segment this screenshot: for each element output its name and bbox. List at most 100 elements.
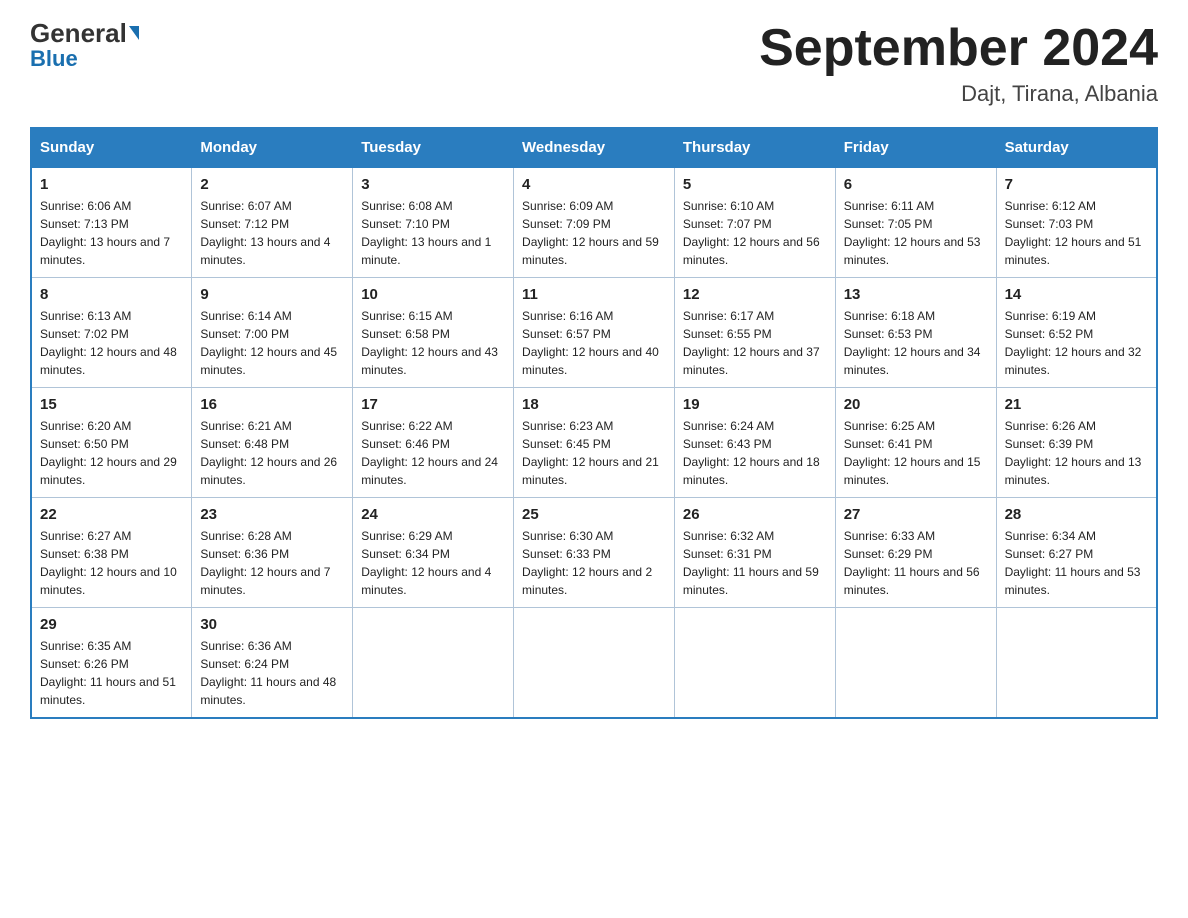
day-number: 3 (361, 176, 505, 193)
day-number: 14 (1005, 286, 1148, 303)
calendar-cell (353, 608, 514, 719)
day-info: Sunrise: 6:32 AMSunset: 6:31 PMDaylight:… (683, 527, 827, 599)
column-header-thursday: Thursday (674, 128, 835, 167)
calendar-cell: 23Sunrise: 6:28 AMSunset: 6:36 PMDayligh… (192, 498, 353, 608)
calendar-cell: 26 Sunrise: 6:32 AMSunset: 6:31 PMDayligh… (674, 498, 835, 608)
day-number: 15 (40, 396, 183, 413)
calendar-cell: 4 Sunrise: 6:09 AMSunset: 7:09 PMDaylight… (514, 167, 675, 278)
calendar-cell: 22 Sunrise: 6:27 AMSunset: 6:38 PMDayligh… (31, 498, 192, 608)
day-info: Sunrise: 6:30 AMSunset: 6:33 PMDaylight:… (522, 527, 666, 599)
day-number: 29 (40, 616, 183, 633)
day-info: Sunrise: 6:17 AMSunset: 6:55 PMDaylight:… (683, 307, 827, 379)
calendar-cell: 30Sunrise: 6:36 AMSunset: 6:24 PMDayligh… (192, 608, 353, 719)
column-header-saturday: Saturday (996, 128, 1157, 167)
week-row-2: 8 Sunrise: 6:13 AMSunset: 7:02 PMDaylight… (31, 278, 1157, 388)
day-number: 18 (522, 396, 666, 413)
day-info: Sunrise: 6:23 AMSunset: 6:45 PMDaylight:… (522, 417, 666, 489)
column-header-wednesday: Wednesday (514, 128, 675, 167)
day-info: Sunrise: 6:15 AMSunset: 6:58 PMDaylight:… (361, 307, 505, 379)
calendar-cell: 10 Sunrise: 6:15 AMSunset: 6:58 PMDayligh… (353, 278, 514, 388)
calendar-cell: 6Sunrise: 6:11 AMSunset: 7:05 PMDaylight… (835, 167, 996, 278)
day-number: 6 (844, 176, 988, 193)
day-info: Sunrise: 6:13 AMSunset: 7:02 PMDaylight:… (40, 307, 183, 379)
column-header-friday: Friday (835, 128, 996, 167)
calendar-cell (835, 608, 996, 719)
day-number: 17 (361, 396, 505, 413)
day-info: Sunrise: 6:34 AMSunset: 6:27 PMDaylight:… (1005, 527, 1148, 599)
day-info: Sunrise: 6:22 AMSunset: 6:46 PMDaylight:… (361, 417, 505, 489)
logo-blue: Blue (30, 46, 78, 71)
calendar-cell: 7Sunrise: 6:12 AMSunset: 7:03 PMDaylight… (996, 167, 1157, 278)
calendar-cell: 20Sunrise: 6:25 AMSunset: 6:41 PMDayligh… (835, 388, 996, 498)
day-info: Sunrise: 6:08 AMSunset: 7:10 PMDaylight:… (361, 197, 505, 269)
calendar-cell: 13 Sunrise: 6:18 AMSunset: 6:53 PMDayligh… (835, 278, 996, 388)
day-info: Sunrise: 6:36 AMSunset: 6:24 PMDaylight:… (200, 637, 344, 709)
day-info: Sunrise: 6:26 AMSunset: 6:39 PMDaylight:… (1005, 417, 1148, 489)
day-number: 26 (683, 506, 827, 523)
day-number: 25 (522, 506, 666, 523)
calendar-table: SundayMondayTuesdayWednesdayThursdayFrid… (30, 127, 1158, 719)
week-row-4: 22 Sunrise: 6:27 AMSunset: 6:38 PMDayligh… (31, 498, 1157, 608)
calendar-cell: 24Sunrise: 6:29 AMSunset: 6:34 PMDayligh… (353, 498, 514, 608)
calendar-cell: 19Sunrise: 6:24 AMSunset: 6:43 PMDayligh… (674, 388, 835, 498)
day-number: 21 (1005, 396, 1148, 413)
day-info: Sunrise: 6:14 AMSunset: 7:00 PMDaylight:… (200, 307, 344, 379)
calendar-cell: 3 Sunrise: 6:08 AMSunset: 7:10 PMDaylight… (353, 167, 514, 278)
calendar-cell: 17 Sunrise: 6:22 AMSunset: 6:46 PMDayligh… (353, 388, 514, 498)
calendar-cell (996, 608, 1157, 719)
day-number: 10 (361, 286, 505, 303)
logo-triangle-icon (129, 26, 139, 40)
calendar-cell: 29 Sunrise: 6:35 AMSunset: 6:26 PMDayligh… (31, 608, 192, 719)
day-number: 11 (522, 286, 666, 303)
calendar-cell: 25 Sunrise: 6:30 AMSunset: 6:33 PMDayligh… (514, 498, 675, 608)
calendar-cell: 27 Sunrise: 6:33 AMSunset: 6:29 PMDayligh… (835, 498, 996, 608)
logo-general: General (30, 20, 127, 46)
day-number: 12 (683, 286, 827, 303)
location: Dajt, Tirana, Albania (759, 81, 1158, 107)
day-info: Sunrise: 6:19 AMSunset: 6:52 PMDaylight:… (1005, 307, 1148, 379)
day-info: Sunrise: 6:18 AMSunset: 6:53 PMDaylight:… (844, 307, 988, 379)
calendar-cell: 2 Sunrise: 6:07 AMSunset: 7:12 PMDaylight… (192, 167, 353, 278)
day-number: 27 (844, 506, 988, 523)
day-number: 5 (683, 176, 827, 193)
calendar-cell: 11 Sunrise: 6:16 AMSunset: 6:57 PMDayligh… (514, 278, 675, 388)
day-info: Sunrise: 6:12 AMSunset: 7:03 PMDaylight:… (1005, 197, 1148, 269)
calendar-cell: 5 Sunrise: 6:10 AMSunset: 7:07 PMDaylight… (674, 167, 835, 278)
day-info: Sunrise: 6:20 AMSunset: 6:50 PMDaylight:… (40, 417, 183, 489)
calendar-cell: 9 Sunrise: 6:14 AMSunset: 7:00 PMDaylight… (192, 278, 353, 388)
day-number: 22 (40, 506, 183, 523)
day-info: Sunrise: 6:07 AMSunset: 7:12 PMDaylight:… (200, 197, 344, 269)
day-info: Sunrise: 6:09 AMSunset: 7:09 PMDaylight:… (522, 197, 666, 269)
day-info: Sunrise: 6:35 AMSunset: 6:26 PMDaylight:… (40, 637, 183, 709)
calendar-cell: 14 Sunrise: 6:19 AMSunset: 6:52 PMDayligh… (996, 278, 1157, 388)
day-info: Sunrise: 6:21 AMSunset: 6:48 PMDaylight:… (200, 417, 344, 489)
day-info: Sunrise: 6:28 AMSunset: 6:36 PMDaylight:… (200, 527, 344, 599)
calendar-cell: 1Sunrise: 6:06 AMSunset: 7:13 PMDaylight… (31, 167, 192, 278)
calendar-cell: 15 Sunrise: 6:20 AMSunset: 6:50 PMDayligh… (31, 388, 192, 498)
week-row-1: 1Sunrise: 6:06 AMSunset: 7:13 PMDaylight… (31, 167, 1157, 278)
calendar-cell: 18 Sunrise: 6:23 AMSunset: 6:45 PMDayligh… (514, 388, 675, 498)
column-header-tuesday: Tuesday (353, 128, 514, 167)
week-row-5: 29 Sunrise: 6:35 AMSunset: 6:26 PMDayligh… (31, 608, 1157, 719)
calendar-cell (674, 608, 835, 719)
calendar-cell (514, 608, 675, 719)
day-number: 13 (844, 286, 988, 303)
day-number: 20 (844, 396, 988, 413)
day-number: 2 (200, 176, 344, 193)
day-number: 24 (361, 506, 505, 523)
logo: General Blue (30, 20, 139, 72)
day-number: 8 (40, 286, 183, 303)
calendar-cell: 12 Sunrise: 6:17 AMSunset: 6:55 PMDayligh… (674, 278, 835, 388)
day-number: 4 (522, 176, 666, 193)
day-info: Sunrise: 6:16 AMSunset: 6:57 PMDaylight:… (522, 307, 666, 379)
calendar-body: 1Sunrise: 6:06 AMSunset: 7:13 PMDaylight… (31, 167, 1157, 718)
day-info: Sunrise: 6:10 AMSunset: 7:07 PMDaylight:… (683, 197, 827, 269)
title-block: September 2024 Dajt, Tirana, Albania (759, 20, 1158, 107)
day-info: Sunrise: 6:33 AMSunset: 6:29 PMDaylight:… (844, 527, 988, 599)
column-header-sunday: Sunday (31, 128, 192, 167)
day-info: Sunrise: 6:27 AMSunset: 6:38 PMDaylight:… (40, 527, 183, 599)
calendar-header: SundayMondayTuesdayWednesdayThursdayFrid… (31, 128, 1157, 167)
page-header: General Blue September 2024 Dajt, Tirana… (30, 20, 1158, 107)
day-number: 9 (200, 286, 344, 303)
calendar-cell: 8 Sunrise: 6:13 AMSunset: 7:02 PMDaylight… (31, 278, 192, 388)
